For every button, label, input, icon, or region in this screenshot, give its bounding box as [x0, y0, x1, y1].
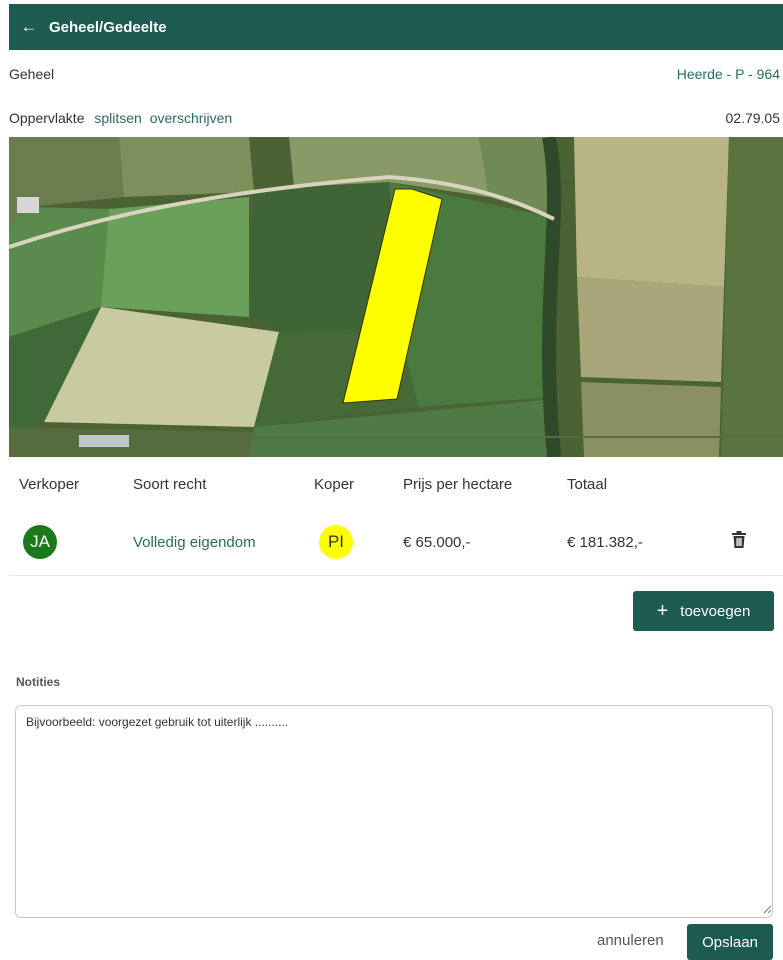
price-per-ha: € 65.000,- [403, 534, 471, 551]
aerial-map[interactable] [9, 137, 783, 457]
col-total: Totaal [567, 476, 608, 493]
parcel-label: Geheel [9, 66, 55, 82]
app-bar: ← Geheel/Gedeelte [9, 4, 783, 50]
plus-icon: + [656, 600, 669, 622]
overwrite-link[interactable]: overschrijven [150, 110, 232, 126]
add-button[interactable]: + toevoegen [633, 591, 774, 631]
table-header: Verkoper Soort recht Koper Prijs per hec… [9, 462, 783, 508]
seller-avatar[interactable]: JA [23, 525, 57, 559]
notes-label: Notities [16, 675, 61, 689]
parcel-code: Heerde - P - 964 [676, 66, 780, 82]
buyer-avatar[interactable]: PI [319, 525, 353, 559]
col-price-per-ha: Prijs per hectare [403, 476, 513, 493]
col-seller: Verkoper [19, 476, 80, 493]
area-group: Oppervlakte splitsen overschrijven [9, 110, 232, 126]
total: € 181.382,- [567, 534, 643, 551]
arrow-left-icon[interactable]: ← [9, 17, 49, 37]
area-row: Oppervlakte splitsen overschrijven 02.79… [9, 106, 780, 130]
split-link[interactable]: splitsen [94, 110, 141, 126]
area-label: Oppervlakte [9, 110, 85, 126]
right-type[interactable]: Volledig eigendom [133, 534, 256, 551]
aerial-map-image [9, 137, 783, 457]
col-right-type: Soort recht [133, 476, 207, 493]
area-value: 02.79.05 [725, 110, 781, 126]
save-button[interactable]: Opslaan [687, 924, 773, 960]
cancel-button[interactable]: annuleren [597, 932, 664, 949]
page-title: Geheel/Gedeelte [49, 18, 167, 36]
table-row[interactable]: JA Volledig eigendom PI € 65.000,- € 181… [9, 508, 783, 576]
add-button-label: toevoegen [680, 602, 751, 620]
trash-icon[interactable] [731, 531, 747, 553]
resize-grip-icon[interactable] [763, 905, 771, 913]
notes-textarea[interactable] [15, 705, 773, 918]
col-buyer: Koper [314, 476, 355, 493]
parcel-row: Geheel Heerde - P - 964 [9, 62, 780, 86]
